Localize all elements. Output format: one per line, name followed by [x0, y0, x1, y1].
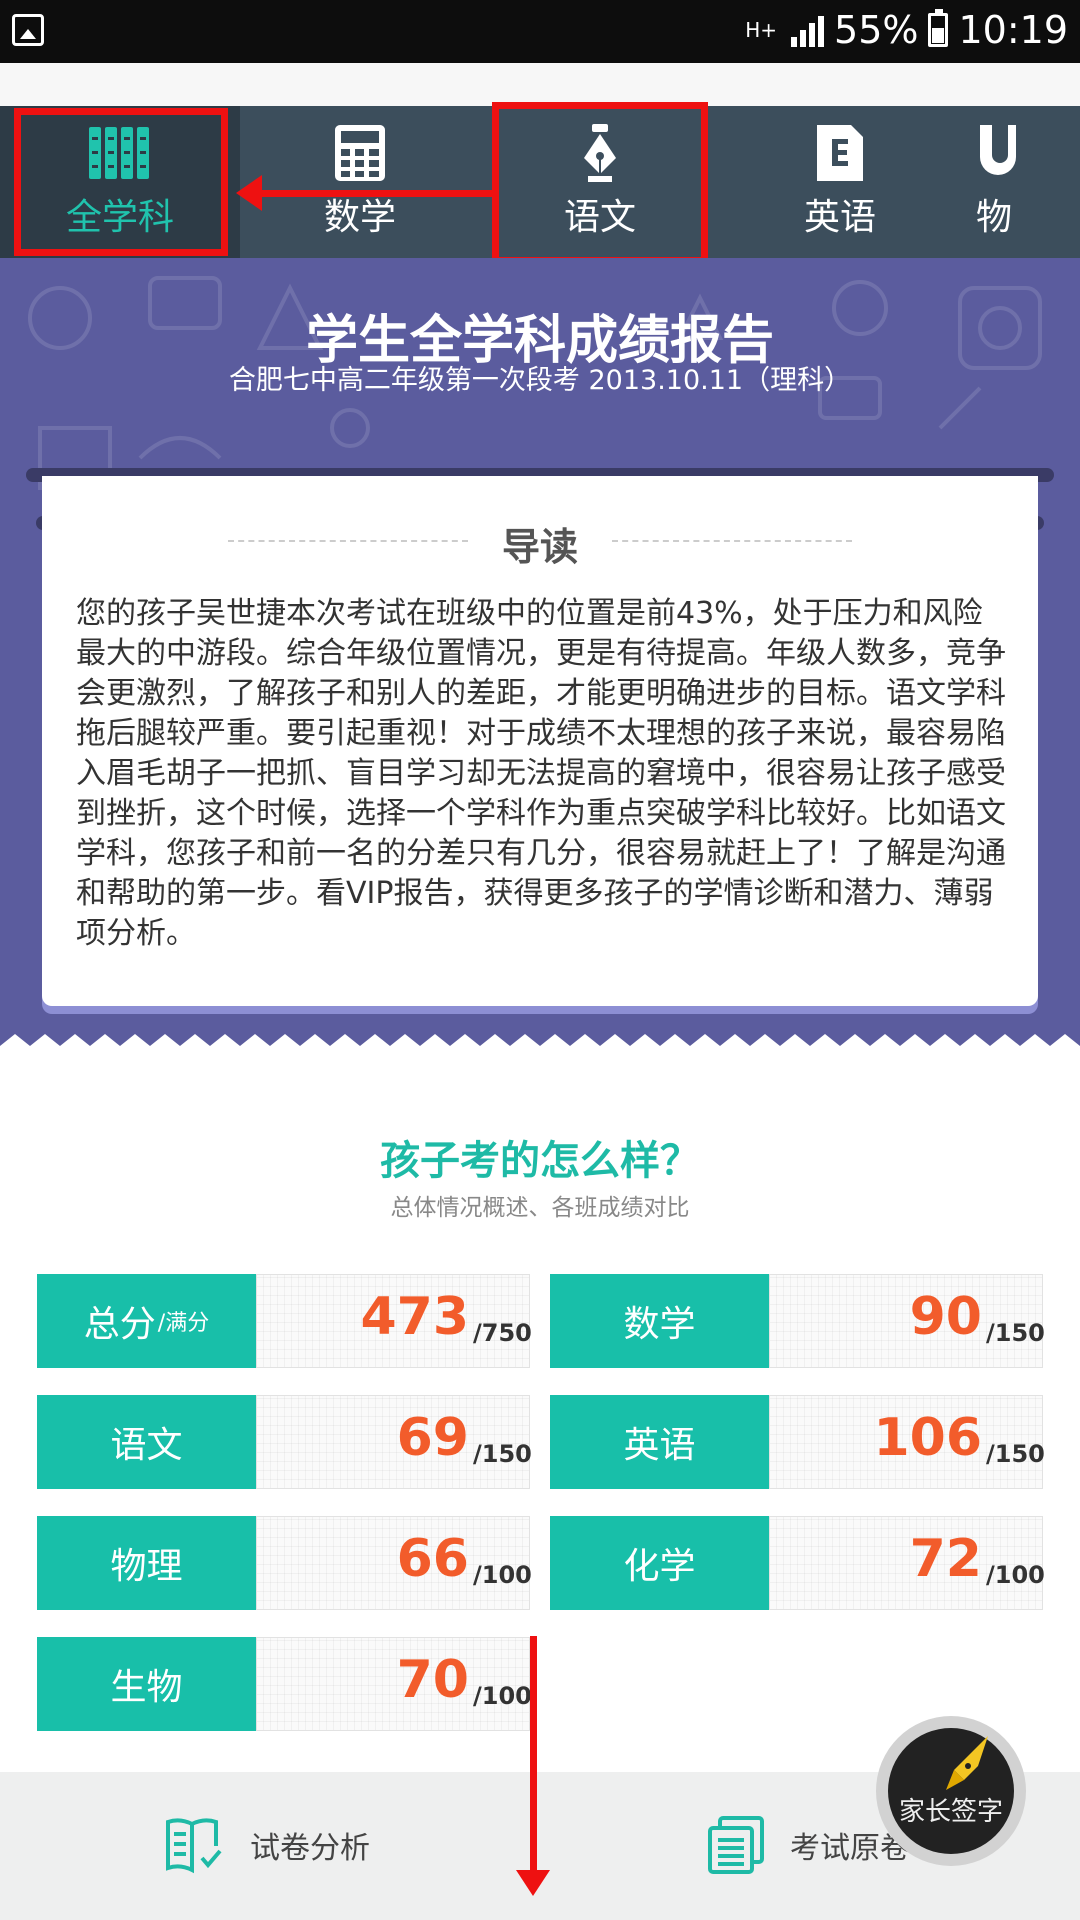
score-max: /750 [473, 1319, 532, 1347]
score-max: /150 [986, 1440, 1045, 1468]
original-paper-button[interactable]: 考试原卷 [708, 1816, 910, 1874]
section-subtitle: 总体情况概述、各班成绩对比 [390, 1195, 690, 1221]
magnet-icon [976, 124, 1040, 182]
guide-text: 您的孩子吴世捷本次考试在班级中的位置是前43%，处于压力和风险最大的中游段。综合… [76, 596, 1006, 951]
document-stack-icon [708, 1816, 764, 1874]
score-total[interactable]: 总分/满分 473 /750 [37, 1274, 532, 1368]
score-max: /100 [473, 1561, 532, 1589]
score-value: 66 [396, 1529, 469, 1589]
annotation-box-chinese [492, 102, 708, 264]
score-value-box: 72 /100 [769, 1516, 1045, 1610]
parent-sign-button[interactable]: 家长签字 [876, 1716, 1026, 1866]
score-max: /150 [986, 1319, 1045, 1347]
gallery-notification-icon [12, 14, 44, 46]
score-physics[interactable]: 物理 66 /100 [37, 1516, 532, 1610]
parent-sign-label: 家长签字 [898, 1797, 1003, 1827]
english-doc-icon [808, 124, 872, 182]
score-label: 数学 [550, 1274, 769, 1368]
annotation-arrow-down [516, 1636, 550, 1896]
score-biology[interactable]: 生物 70 /100 [37, 1637, 532, 1731]
wave-edge [0, 1034, 1080, 1058]
tab-physics[interactable]: 物 [960, 106, 1080, 258]
score-max: /150 [473, 1440, 532, 1468]
signal-icon [791, 13, 825, 47]
calculator-icon [328, 124, 392, 182]
score-value: 106 [873, 1408, 982, 1468]
tab-math[interactable]: 数学 [240, 106, 480, 258]
score-english[interactable]: 英语 106 /150 [550, 1395, 1045, 1489]
scores-section: 孩子考的怎么样？ 总体情况概述、各班成绩对比 总分/满分 473 /750 数学… [0, 1058, 1080, 1772]
score-chemistry[interactable]: 化学 72 /100 [550, 1516, 1045, 1610]
score-label: 英语 [550, 1395, 769, 1489]
guide-title: 导读 [501, 525, 578, 569]
clock: 10:19 [958, 8, 1068, 52]
score-label: 化学 [550, 1516, 769, 1610]
score-value-box: 106 /150 [769, 1395, 1045, 1489]
paper-analysis-label: 试卷分析 [250, 1831, 370, 1866]
status-bar: H+ 55% 10:19 [0, 0, 1080, 63]
score-value-box: 90 /150 [769, 1274, 1045, 1368]
section-title: 孩子考的怎么样？ [380, 1138, 700, 1184]
score-value: 69 [396, 1408, 469, 1468]
score-value-box: 66 /100 [256, 1516, 532, 1610]
guide-card: 导读 您的孩子吴世捷本次考试在班级中的位置是前43%，处于压力和风险最大的中游段… [42, 476, 1038, 1006]
report-subtitle: 合肥七中高二年级第一次段考 2013.10.11（理科） [228, 365, 852, 396]
score-math[interactable]: 数学 90 /150 [550, 1274, 1045, 1368]
score-value: 473 [360, 1287, 469, 1347]
annotation-arrow-left [236, 175, 494, 211]
score-value: 90 [909, 1287, 982, 1347]
tab-label: 英语 [803, 197, 876, 238]
status-right: H+ 55% 10:19 [745, 8, 1068, 52]
battery-icon [928, 9, 949, 47]
score-value-box: 473 /750 [256, 1274, 532, 1368]
open-book-icon [166, 1818, 222, 1874]
score-value-box: 70 /100 [256, 1637, 532, 1731]
score-value-box: 69 /150 [256, 1395, 532, 1489]
report-banner: 学生全学科成绩报告 合肥七中高二年级第一次段考 2013.10.11（理科） 导… [0, 258, 1080, 1058]
battery-percent: 55% [834, 8, 919, 52]
score-label: 总分/满分 [37, 1274, 256, 1368]
annotation-box-all-subjects [14, 108, 228, 256]
score-max: /100 [473, 1682, 532, 1710]
score-label: 物理 [37, 1516, 256, 1610]
tab-english[interactable]: 英语 [720, 106, 960, 258]
paper-analysis-button[interactable]: 试卷分析 [164, 1816, 370, 1874]
network-type-icon: H+ [745, 18, 778, 42]
score-chinese[interactable]: 语文 69 /150 [37, 1395, 532, 1489]
tab-label: 物 [976, 197, 1013, 238]
score-value: 72 [909, 1529, 982, 1589]
score-value: 70 [396, 1650, 469, 1710]
top-spacer [0, 63, 1080, 106]
score-max: /100 [986, 1561, 1045, 1589]
score-label: 生物 [37, 1637, 256, 1731]
score-label: 语文 [37, 1395, 256, 1489]
